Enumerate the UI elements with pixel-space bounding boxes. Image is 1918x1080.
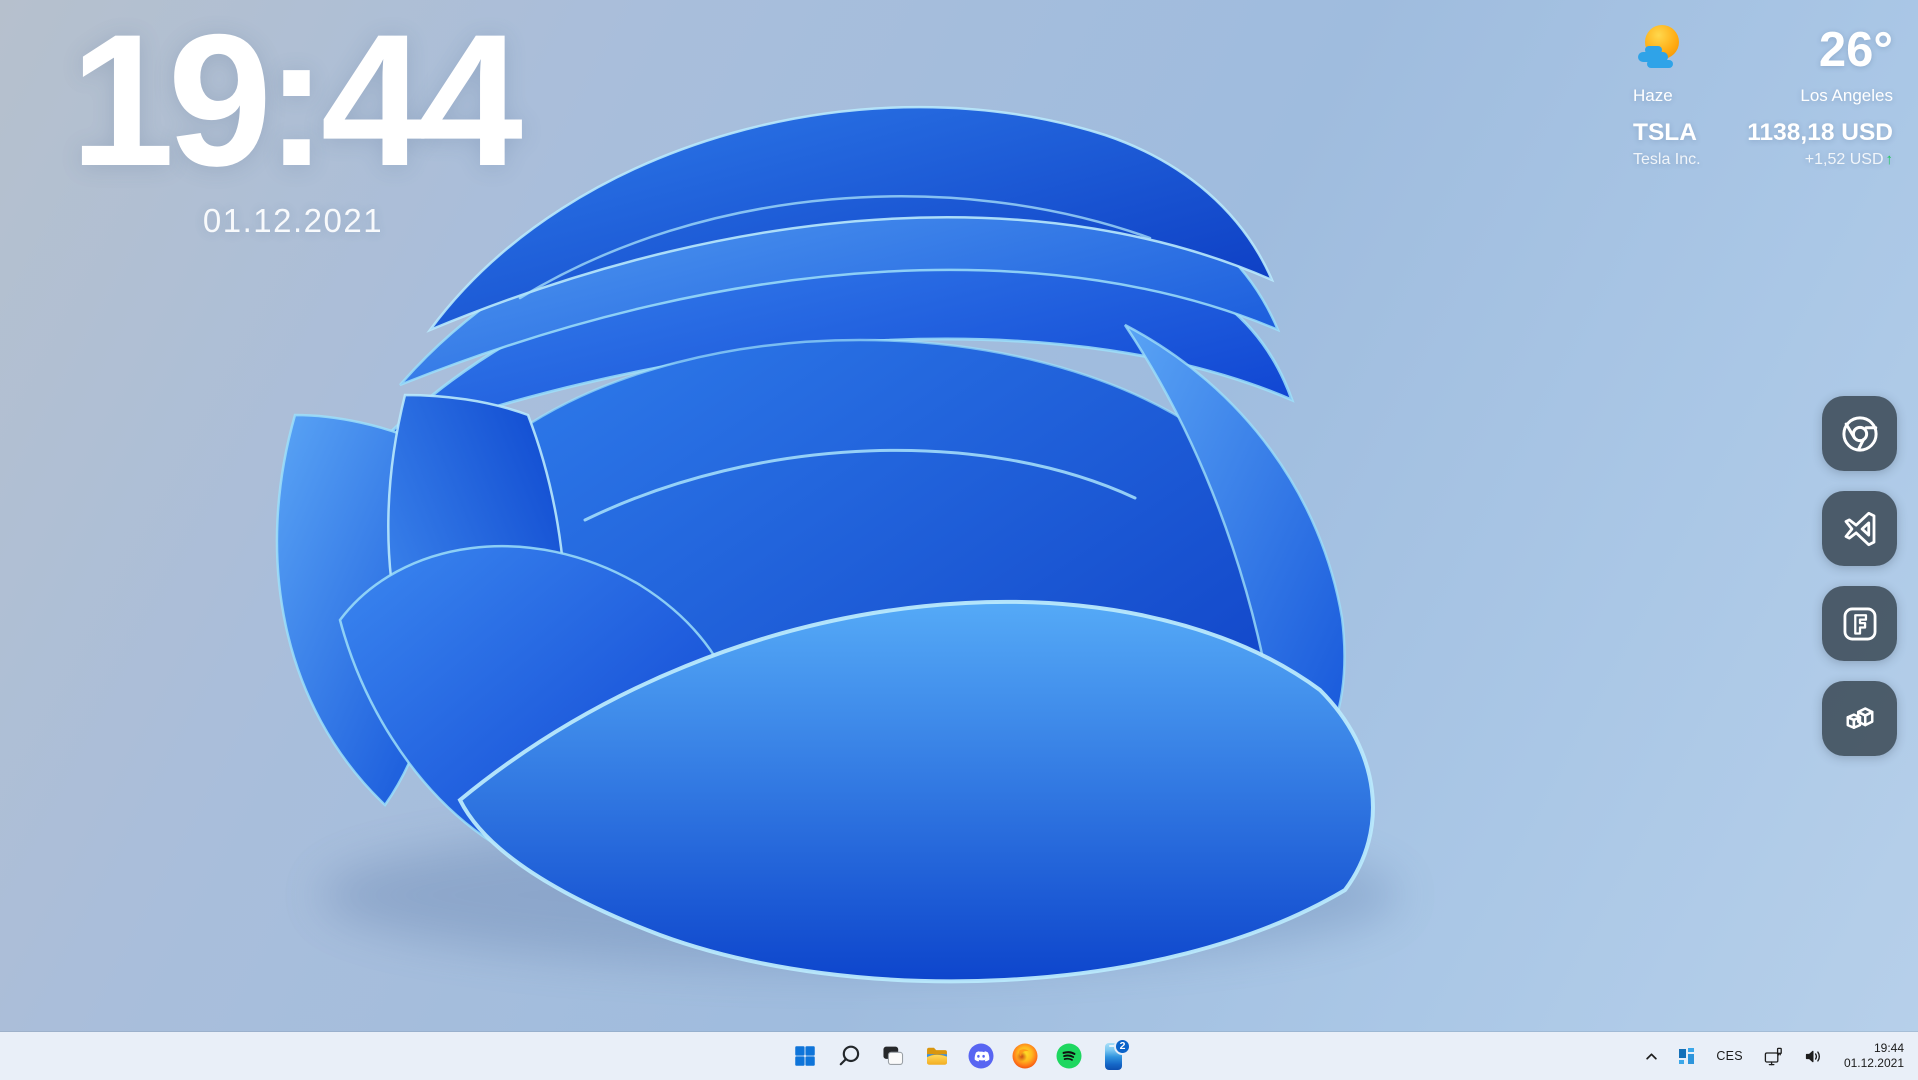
stock-change: +1,52 USD ↑: [1804, 151, 1894, 168]
weather-temperature: 26°: [1818, 23, 1893, 77]
volume-button[interactable]: [1800, 1043, 1827, 1070]
start-button[interactable]: [785, 1036, 825, 1076]
file-explorer-button[interactable]: [917, 1036, 957, 1076]
input-language-indicator[interactable]: CES: [1712, 1045, 1747, 1067]
weather-condition: Haze: [1633, 86, 1673, 105]
tray-app-button[interactable]: [1675, 1044, 1699, 1068]
stock-ticker: TSLA: [1633, 119, 1697, 146]
speaker-icon: [1805, 1050, 1820, 1062]
notification-badge: 2: [1114, 1038, 1131, 1055]
discord-button[interactable]: [961, 1036, 1001, 1076]
stock-price: 1138,18 USD: [1747, 119, 1893, 146]
hidden-icons-chevron-button[interactable]: [1641, 1046, 1662, 1067]
desktop: { "wallpaper": { "name": "windows-11-blo…: [0, 0, 1918, 1080]
weather-city: Los Angeles: [1800, 86, 1893, 105]
firefox-button[interactable]: [1005, 1036, 1045, 1076]
chevron-up-icon: [1646, 1052, 1658, 1060]
file-explorer-icon: [927, 1047, 947, 1065]
dock-chrome-button[interactable]: [1822, 396, 1897, 471]
system-tray: CES 19:44 01.12.2021: [1641, 1032, 1908, 1080]
minecraft-blocks-icon: [1846, 706, 1873, 729]
network-ethernet-icon: [1764, 1047, 1782, 1065]
tray-time: 19:44: [1873, 1041, 1904, 1055]
taskbar-center-icons: 2: [785, 1036, 1133, 1076]
app-dock: [1822, 396, 1897, 756]
tray-app-tiles-icon: [1679, 1048, 1695, 1064]
dock-visual-studio-button[interactable]: [1822, 491, 1897, 566]
discord-icon: [968, 1043, 994, 1069]
spotify-icon: [1056, 1043, 1082, 1069]
dock-minecraft-button[interactable]: [1822, 681, 1897, 756]
dock-fortnite-button[interactable]: [1822, 586, 1897, 661]
stock-up-arrow-icon: ↑: [1885, 151, 1894, 168]
weather-haze-icon: [1638, 25, 1679, 68]
tray-date: 01.12.2021: [1843, 1056, 1904, 1070]
windows-start-icon: [795, 1046, 815, 1066]
weather-stock-widget[interactable]: 26° Haze Los Angeles TSLA 1138,18 USD Te…: [1633, 20, 1893, 169]
visual-studio-icon: [1844, 511, 1875, 546]
stock-company: Tesla Inc.: [1633, 151, 1701, 168]
clock-widget[interactable]: 19:44 01.12.2021: [28, 6, 558, 240]
spotify-button[interactable]: [1049, 1036, 1089, 1076]
firefox-icon: [1012, 1043, 1038, 1069]
chrome-icon: [1841, 415, 1878, 452]
search-icon: [839, 1045, 860, 1066]
phone-link-button[interactable]: 2: [1093, 1036, 1133, 1076]
clock-time: 19:44: [70, 0, 523, 205]
search-button[interactable]: [829, 1036, 869, 1076]
network-button[interactable]: [1760, 1043, 1787, 1070]
fortnite-f-icon: [1843, 607, 1876, 640]
clock-date: 01.12.2021: [202, 202, 384, 239]
task-view-button[interactable]: [873, 1036, 913, 1076]
taskbar: 2 CES 19:44 01.12.2021: [0, 1032, 1918, 1080]
tray-clock[interactable]: 19:44 01.12.2021: [1840, 1039, 1908, 1073]
task-view-icon: [883, 1046, 904, 1065]
